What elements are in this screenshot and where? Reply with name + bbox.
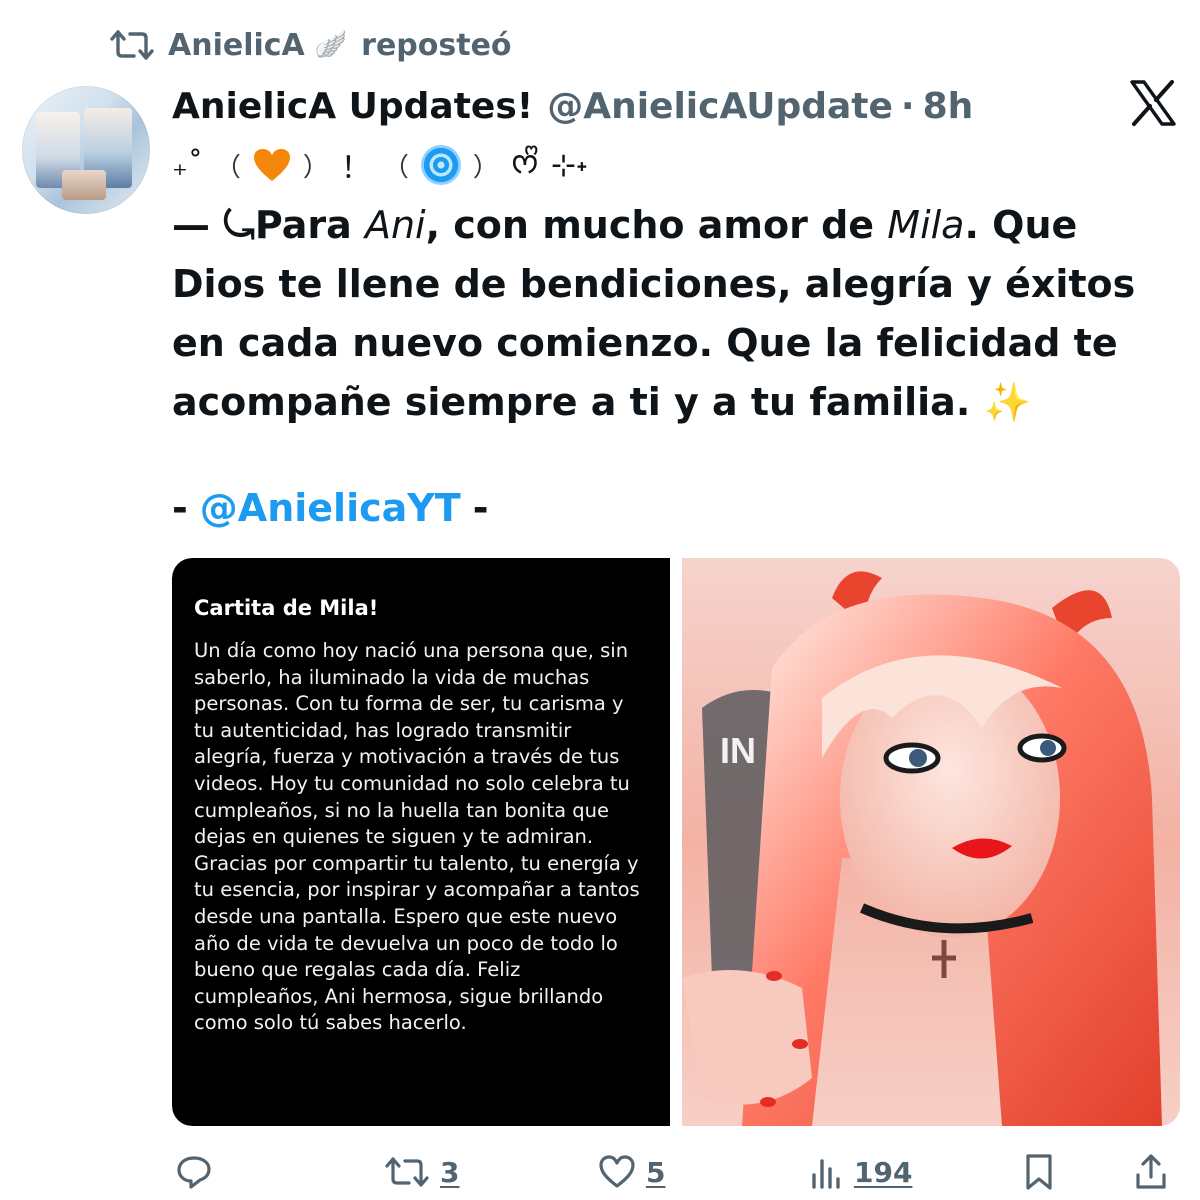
text-name-mila: Mila bbox=[887, 203, 965, 247]
text-mid: , con mucho amor de bbox=[425, 203, 888, 247]
text-name-ani: Ani bbox=[364, 203, 426, 247]
views-count: 194 bbox=[854, 1155, 913, 1189]
portrait-illustration: IN bbox=[682, 558, 1180, 1126]
avatar-photo-3 bbox=[62, 170, 106, 200]
repost-label: reposteó bbox=[361, 27, 512, 63]
letter-body: Un día como hoy nació una persona que, s… bbox=[194, 639, 640, 1035]
exclamation-mark: ！ bbox=[340, 151, 371, 186]
mention-link[interactable]: @AnielicaYT bbox=[200, 486, 461, 530]
separator-dot: · bbox=[900, 85, 915, 127]
paren-open-2: （ bbox=[382, 152, 409, 183]
repost-header: AnielicA 🪽 reposteó bbox=[110, 20, 512, 70]
bookmark-button[interactable] bbox=[1024, 1150, 1054, 1194]
reply-button[interactable] bbox=[176, 1150, 222, 1194]
chair-logo-text: IN bbox=[720, 730, 756, 771]
action-bar: 3 5 194 bbox=[172, 1144, 1182, 1200]
timestamp[interactable]: 8h bbox=[923, 86, 974, 127]
heart-icon bbox=[598, 1155, 636, 1189]
like-button[interactable]: 5 bbox=[598, 1150, 665, 1194]
sparkles-icon: ✨ bbox=[983, 380, 1031, 424]
emoji-decoration: ₊˚ （ ） ！ （ ） ᰔᩚ ⊹˖ bbox=[172, 140, 588, 190]
orange-heart-icon bbox=[253, 148, 291, 182]
author-row: AnielicA Updates! @AnielicAUpdate · 8h bbox=[172, 78, 973, 134]
retweet-icon bbox=[384, 1155, 430, 1189]
sparkle-decoration: ₊˚ bbox=[172, 147, 203, 183]
ribbon-decoration: ᰔᩚ bbox=[510, 146, 539, 181]
tweet-page: AnielicA 🪽 reposteó AnielicA Updates! @A… bbox=[0, 0, 1200, 1200]
views-button[interactable]: 194 bbox=[810, 1150, 912, 1194]
mention-suffix: - bbox=[472, 486, 489, 530]
cyclone-icon bbox=[420, 145, 461, 185]
share-icon bbox=[1134, 1153, 1168, 1191]
portrait-photo[interactable]: IN bbox=[682, 558, 1180, 1126]
repost-account[interactable]: AnielicA bbox=[168, 28, 305, 63]
display-name[interactable]: AnielicA Updates! bbox=[172, 86, 533, 127]
paren-close: ） bbox=[302, 152, 329, 183]
paren-close-2: ） bbox=[472, 152, 499, 183]
share-button[interactable] bbox=[1134, 1150, 1168, 1194]
tail-decoration: ⊹˖ bbox=[550, 147, 588, 183]
x-logo-icon[interactable] bbox=[1128, 78, 1178, 128]
mention-prefix: - bbox=[172, 486, 188, 530]
bookmark-icon bbox=[1024, 1153, 1054, 1191]
tweet-text: — ⤿Para Ani, con mucho amor de Mila. Que… bbox=[172, 196, 1182, 432]
reply-icon bbox=[176, 1155, 212, 1189]
media-grid: Cartita de Mila! Un día como hoy nació u… bbox=[172, 558, 1180, 1126]
retweet-count: 3 bbox=[440, 1155, 460, 1189]
letter-title: Cartita de Mila! bbox=[194, 596, 379, 620]
mention-line: - @AnielicaYT - bbox=[172, 480, 488, 536]
paren-open: （ bbox=[214, 152, 241, 183]
wing-badge-icon: 🪽 bbox=[314, 30, 348, 60]
repost-icon bbox=[110, 28, 154, 62]
letter-image[interactable]: Cartita de Mila! Un día como hoy nació u… bbox=[172, 558, 670, 1126]
text-lead: — ⤿Para bbox=[172, 203, 365, 247]
analytics-icon bbox=[810, 1155, 844, 1189]
like-count: 5 bbox=[646, 1155, 666, 1189]
avatar[interactable] bbox=[22, 86, 150, 214]
user-handle[interactable]: @AnielicAUpdate bbox=[547, 86, 893, 127]
retweet-button[interactable]: 3 bbox=[384, 1150, 459, 1194]
